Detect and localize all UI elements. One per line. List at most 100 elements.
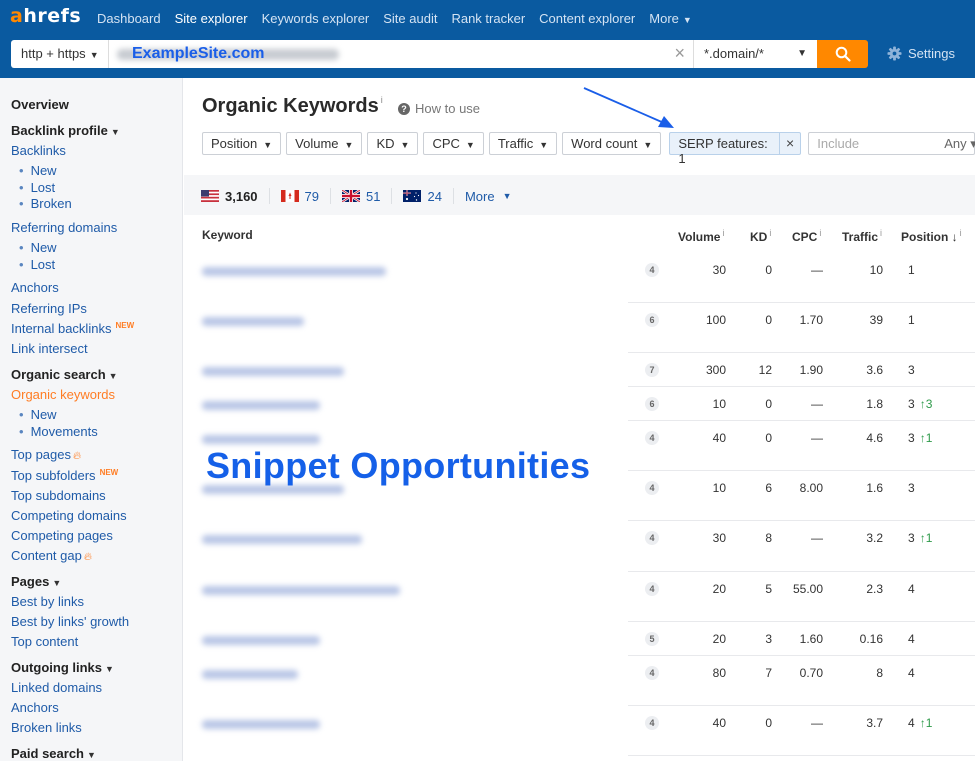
sidebar-outgoing-anchors[interactable]: Anchors xyxy=(11,700,59,715)
serp-features-count[interactable]: 4 xyxy=(645,481,659,495)
col-kd[interactable]: KD i xyxy=(750,228,771,244)
kd-cell: 8 xyxy=(765,531,772,545)
sidebar-organic-search[interactable]: Organic search ▼ xyxy=(11,367,118,382)
sidebar-top-content[interactable]: Top content xyxy=(11,634,78,649)
serp-features-count[interactable]: 4 xyxy=(645,716,659,730)
ahrefs-logo[interactable]: ahrefs xyxy=(10,5,81,27)
col-cpc[interactable]: CPC i xyxy=(792,228,821,244)
serp-features-count[interactable]: 6 xyxy=(645,397,659,411)
nav-rank-tracker[interactable]: Rank tracker xyxy=(451,11,525,26)
volume-cell: 80 xyxy=(712,666,726,680)
col-position[interactable]: Position ↓ i xyxy=(901,228,962,244)
include-mode-select[interactable]: Any ▾ xyxy=(944,136,975,152)
nav-dashboard[interactable]: Dashboard xyxy=(97,11,161,26)
sidebar-outgoing-links[interactable]: Outgoing links ▼ xyxy=(11,660,114,675)
sidebar-pages[interactable]: Pages ▼ xyxy=(11,574,61,589)
settings-button[interactable]: Settings xyxy=(887,46,955,61)
col-keyword[interactable]: Keyword xyxy=(202,228,253,242)
serp-features-count[interactable]: 4 xyxy=(645,582,659,596)
keyword-link[interactable] xyxy=(202,267,386,276)
col-volume[interactable]: Volume i xyxy=(678,228,724,244)
serp-features-count[interactable]: 4 xyxy=(645,431,659,445)
keyword-link[interactable] xyxy=(202,317,304,326)
filter-position[interactable]: Position ▼ xyxy=(202,132,282,155)
country-us[interactable]: 3,160 xyxy=(201,188,270,204)
nav-site-explorer[interactable]: Site explorer xyxy=(175,11,248,26)
close-icon[interactable]: × xyxy=(780,133,800,154)
serp-features-count[interactable]: 4 xyxy=(645,666,659,680)
keyword-link[interactable] xyxy=(202,435,320,444)
filter-kd[interactable]: KD ▼ xyxy=(367,132,419,155)
nav-site-audit[interactable]: Site audit xyxy=(383,11,437,26)
serp-features-count[interactable]: 6 xyxy=(645,313,659,327)
more-countries-button[interactable]: More ▼ xyxy=(454,188,523,204)
sidebar-best-by-links-growth[interactable]: Best by links' growth xyxy=(11,614,129,629)
position-cell: 4 xyxy=(908,632,915,646)
keyword-link[interactable] xyxy=(202,720,320,729)
sidebar-anchors[interactable]: Anchors xyxy=(11,280,59,295)
include-placeholder: Include xyxy=(817,136,860,151)
sidebar-ok-movements[interactable]: Movements xyxy=(19,424,98,439)
keyword-link[interactable] xyxy=(202,670,298,679)
mode-select[interactable]: *.domain/* ▼ xyxy=(693,40,817,68)
serp-features-button[interactable]: SERP features: 1 xyxy=(670,133,781,166)
sidebar-overview[interactable]: Overview xyxy=(11,97,69,112)
clear-icon[interactable]: × xyxy=(674,43,685,64)
sidebar-backlinks-lost[interactable]: Lost xyxy=(19,180,56,195)
sidebar-best-by-links[interactable]: Best by links xyxy=(11,594,84,609)
nav-keywords-explorer[interactable]: Keywords explorer xyxy=(262,11,370,26)
new-badge: NEW xyxy=(115,321,135,330)
sidebar-backlinks[interactable]: Backlinks xyxy=(11,143,66,158)
info-icon[interactable]: i xyxy=(381,95,383,105)
kd-cell: 0 xyxy=(765,431,772,445)
nav-content-explorer[interactable]: Content explorer xyxy=(539,11,635,26)
keyword-link[interactable] xyxy=(202,535,362,544)
sidebar-rd-new[interactable]: New xyxy=(19,240,57,255)
sidebar-referring-ips[interactable]: Referring IPs xyxy=(11,301,87,316)
serp-features-count[interactable]: 4 xyxy=(645,263,659,277)
filter-volume[interactable]: Volume ▼ xyxy=(286,132,363,155)
sidebar-competing-pages[interactable]: Competing pages xyxy=(11,528,113,543)
sidebar-rd-lost[interactable]: Lost xyxy=(19,257,56,272)
country-au[interactable]: 24 xyxy=(392,188,454,204)
search-row: http + https ▼ ExampleSite.com × *.domain… xyxy=(11,40,868,68)
url-input[interactable]: ExampleSite.com × xyxy=(109,40,693,68)
kd-cell: 7 xyxy=(765,666,772,680)
sidebar-backlinks-new[interactable]: New xyxy=(19,163,57,178)
sidebar-content-gap[interactable]: Content gap 🔥︎ xyxy=(11,548,92,564)
sidebar-internal-backlinks[interactable]: Internal backlinks NEW xyxy=(11,321,134,336)
filter-word-count[interactable]: Word count ▼ xyxy=(562,132,662,155)
col-traffic[interactable]: Traffic i xyxy=(842,228,882,244)
keyword-link[interactable] xyxy=(202,636,320,645)
keyword-link[interactable] xyxy=(202,367,344,376)
filter-serp-features: SERP features: 1 × xyxy=(669,132,802,166)
nav-more[interactable]: More ▼ xyxy=(649,11,692,26)
search-button[interactable] xyxy=(817,40,868,68)
serp-features-count[interactable]: 4 xyxy=(645,531,659,545)
sidebar-top-subdomains[interactable]: Top subdomains xyxy=(11,488,106,503)
serp-features-count[interactable]: 5 xyxy=(645,632,659,646)
keyword-link[interactable] xyxy=(202,401,320,410)
sidebar-linked-domains[interactable]: Linked domains xyxy=(11,680,102,695)
sidebar-ok-new[interactable]: New xyxy=(19,407,57,422)
protocol-select[interactable]: http + https ▼ xyxy=(11,40,109,68)
serp-features-count[interactable]: 7 xyxy=(645,363,659,377)
sidebar-top-pages[interactable]: Top pages 🔥︎ xyxy=(11,447,81,463)
include-input[interactable]: Include Any ▾ xyxy=(808,132,975,155)
keyword-link[interactable] xyxy=(202,586,400,595)
country-ca[interactable]: 79 xyxy=(270,188,332,204)
sidebar-paid-search[interactable]: Paid search ▼ xyxy=(11,746,96,761)
sidebar-link-intersect[interactable]: Link intersect xyxy=(11,341,88,356)
sidebar-backlink-profile[interactable]: Backlink profile ▼ xyxy=(11,123,120,138)
table-row: 4 20 5 55.00 2.3 4 xyxy=(184,572,975,622)
sidebar-referring-domains[interactable]: Referring domains xyxy=(11,220,117,235)
filter-traffic[interactable]: Traffic ▼ xyxy=(488,132,558,155)
sidebar-broken-links[interactable]: Broken links xyxy=(11,720,82,735)
filter-cpc[interactable]: CPC ▼ xyxy=(423,132,484,155)
sidebar-top-subfolders[interactable]: Top subfolders NEW xyxy=(11,468,118,483)
how-to-use-link[interactable]: ? How to use xyxy=(398,101,480,116)
sidebar-competing-domains[interactable]: Competing domains xyxy=(11,508,127,523)
sidebar-organic-keywords[interactable]: Organic keywords xyxy=(11,387,115,402)
sidebar-backlinks-broken[interactable]: Broken xyxy=(19,196,72,211)
country-gb[interactable]: 51 xyxy=(331,188,393,204)
